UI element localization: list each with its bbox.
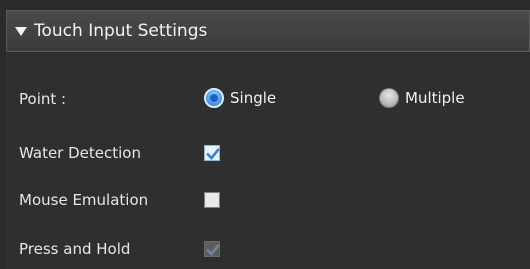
checkmark-icon: [206, 148, 220, 160]
section-title: Touch Input Settings: [34, 21, 208, 41]
multiple-label: Multiple: [405, 89, 465, 107]
press-and-hold-label: Press and Hold: [19, 240, 131, 258]
single-label: Single: [230, 89, 277, 107]
checkmark-icon: [206, 244, 220, 256]
mouse-emulation-label: Mouse Emulation: [19, 191, 149, 209]
point-single-option[interactable]: Single: [204, 88, 276, 108]
radio-unselected-icon[interactable]: [379, 88, 399, 108]
water-detection-row: Water Detection: [6, 141, 530, 165]
water-detection-checkbox[interactable]: [204, 145, 220, 161]
point-label: Point :: [19, 90, 67, 108]
touch-input-settings-panel: Touch Input Settings Point : Single Mult…: [6, 10, 530, 269]
press-and-hold-checkbox: [204, 241, 220, 257]
press-and-hold-row: Press and Hold: [6, 237, 530, 261]
section-header[interactable]: Touch Input Settings: [6, 10, 530, 52]
point-multiple-option[interactable]: Multiple: [379, 88, 465, 108]
water-detection-label: Water Detection: [19, 144, 141, 162]
point-row: Point : Single Multiple: [6, 87, 530, 111]
mouse-emulation-row: Mouse Emulation: [6, 188, 530, 212]
radio-selected-icon[interactable]: [204, 88, 224, 108]
expand-triangle-icon[interactable]: [15, 27, 27, 36]
mouse-emulation-checkbox[interactable]: [204, 192, 220, 208]
